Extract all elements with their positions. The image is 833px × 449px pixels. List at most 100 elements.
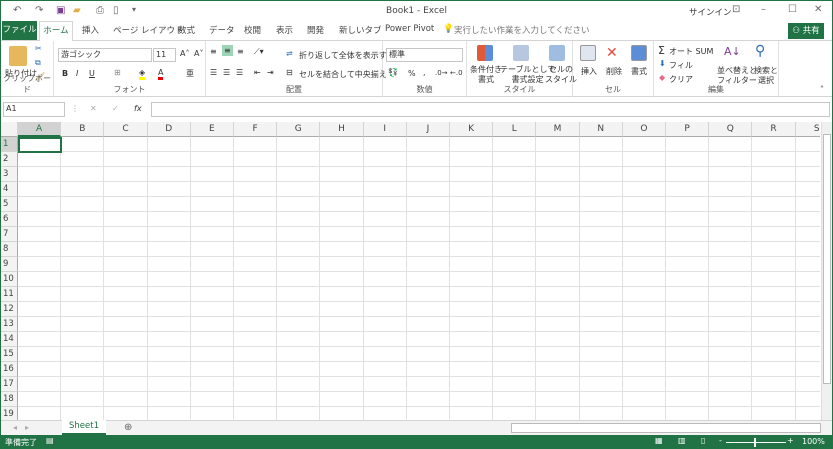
align-right-icon[interactable]: ☰	[236, 68, 243, 77]
find-select-button[interactable]: 検索と 選択	[754, 66, 778, 86]
horizontal-scrollbar[interactable]	[511, 423, 821, 433]
align-left-icon[interactable]: ☰	[210, 68, 217, 77]
align-top-icon[interactable]: ≡	[210, 47, 217, 56]
column-header[interactable]: M	[536, 122, 580, 137]
increase-indent-icon[interactable]: ⇥	[267, 68, 274, 77]
page-break-view-icon[interactable]: ▯	[701, 436, 705, 445]
copy-icon[interactable]: ⧉	[35, 58, 41, 68]
percent-button[interactable]: %	[408, 69, 416, 78]
column-header[interactable]: B	[61, 122, 105, 137]
format-button[interactable]: 書式	[631, 66, 647, 77]
insert-function-button[interactable]: fx	[134, 104, 142, 113]
formula-input[interactable]	[151, 102, 830, 117]
column-header[interactable]: S	[795, 122, 820, 137]
column-header[interactable]: A	[18, 122, 62, 137]
autosum-button[interactable]: オート SUM	[669, 46, 713, 57]
font-color-button[interactable]: A	[158, 68, 164, 80]
tab-page-layout[interactable]: ページ レイアウト	[113, 24, 184, 36]
font-size-select[interactable]: 11	[153, 48, 176, 62]
decrease-font-icon[interactable]: A˅	[194, 49, 203, 58]
fill-button[interactable]: フィル	[669, 60, 693, 71]
row-header[interactable]: 13	[1, 317, 18, 332]
sheet-tab-sheet1[interactable]: Sheet1	[62, 420, 106, 435]
paste-icon[interactable]	[9, 46, 27, 66]
font-name-select[interactable]: 游ゴシック	[58, 48, 152, 62]
tab-insert[interactable]: 挿入	[82, 24, 99, 36]
column-header[interactable]: E	[190, 122, 234, 137]
increase-font-icon[interactable]: A˄	[180, 49, 189, 58]
border-icon[interactable]: ⊞	[114, 68, 121, 77]
row-header[interactable]: 18	[1, 392, 18, 407]
italic-button[interactable]: I	[76, 69, 78, 78]
decrease-decimal-icon[interactable]: ←.0	[450, 69, 463, 77]
row-header[interactable]: 7	[1, 227, 18, 242]
name-box[interactable]: A1	[3, 102, 65, 117]
vertical-scrollbar[interactable]	[821, 122, 832, 420]
vertical-scroll-thumb[interactable]	[823, 134, 831, 384]
column-header[interactable]: O	[622, 122, 666, 137]
align-middle-icon[interactable]: ≡	[222, 45, 233, 56]
prev-sheet-icon[interactable]: ◂	[13, 423, 17, 432]
next-sheet-icon[interactable]: ▸	[25, 423, 29, 432]
tab-review[interactable]: 校閲	[244, 24, 261, 36]
fill-color-icon[interactable]: ◈	[139, 68, 146, 80]
column-header[interactable]: C	[104, 122, 148, 137]
tab-view[interactable]: 表示	[276, 24, 293, 36]
row-header[interactable]: 3	[1, 167, 18, 182]
row-header[interactable]: 12	[1, 302, 18, 317]
conditional-format-button[interactable]: 条件付き 書式	[470, 65, 502, 85]
insert-button[interactable]: 挿入	[581, 66, 597, 77]
new-sheet-icon[interactable]: ⊕	[124, 422, 132, 433]
bold-button[interactable]: B	[62, 69, 68, 78]
decrease-indent-icon[interactable]: ⇤	[254, 68, 261, 77]
zoom-level[interactable]: 100%	[802, 437, 825, 446]
close-icon[interactable]: ✕	[814, 4, 822, 15]
row-header[interactable]: 19	[1, 407, 18, 420]
row-header[interactable]: 8	[1, 242, 18, 257]
tab-file[interactable]: ファイル	[2, 21, 37, 40]
normal-view-icon[interactable]: ▦	[655, 436, 663, 445]
orientation-icon[interactable]: ⟋▾	[254, 47, 264, 57]
row-header[interactable]: 5	[1, 197, 18, 212]
column-header[interactable]: J	[406, 122, 450, 137]
column-header[interactable]: P	[666, 122, 710, 137]
column-header[interactable]: F	[234, 122, 278, 137]
row-header[interactable]: 15	[1, 347, 18, 362]
row-header[interactable]: 11	[1, 287, 18, 302]
phonetic-icon[interactable]: 亜	[186, 68, 194, 79]
tab-home[interactable]: ホーム	[39, 21, 73, 41]
column-header[interactable]: K	[450, 122, 494, 137]
align-center-icon[interactable]: ☰	[223, 68, 230, 77]
minimize-icon[interactable]: –	[761, 4, 766, 15]
align-bottom-icon[interactable]: ≡	[237, 47, 244, 56]
macro-record-icon[interactable]: ▤	[46, 436, 54, 445]
worksheet-grid[interactable]: A B C D E F G H I J K L M N O P Q R S 1 2 3 4 5 6 7 8 9 10 11 12 13 14 15…	[1, 122, 820, 420]
tab-data[interactable]: データ	[209, 24, 235, 36]
zoom-in-icon[interactable]: +	[787, 436, 794, 445]
merge-center-button[interactable]: セルを結合して中央揃え	[299, 69, 387, 80]
tab-developer[interactable]: 開発	[307, 24, 324, 36]
collapse-ribbon-icon[interactable]: ˄	[820, 85, 824, 94]
tab-new[interactable]: 新しいタブ	[339, 24, 382, 36]
delete-button[interactable]: 削除	[606, 66, 622, 77]
column-header[interactable]: N	[579, 122, 623, 137]
underline-button[interactable]: U	[89, 69, 95, 78]
zoom-slider-thumb[interactable]	[754, 438, 756, 447]
zoom-out-icon[interactable]: -	[719, 436, 722, 445]
tell-me-input[interactable]: 実行したい作業を入力してください	[454, 24, 590, 36]
row-header[interactable]: 14	[1, 332, 18, 347]
column-header[interactable]: L	[493, 122, 537, 137]
comma-button[interactable]: ,	[423, 68, 426, 77]
row-header[interactable]: 4	[1, 182, 18, 197]
tab-formulas[interactable]: 数式	[178, 24, 195, 36]
signin-link[interactable]: サインイン	[689, 6, 732, 18]
row-header[interactable]: 9	[1, 257, 18, 272]
cut-icon[interactable]: ✂	[35, 44, 42, 53]
row-header[interactable]: 10	[1, 272, 18, 287]
currency-icon[interactable]: 💱	[388, 68, 398, 77]
zoom-slider[interactable]	[726, 442, 786, 443]
page-layout-view-icon[interactable]: ▥	[678, 436, 686, 445]
maximize-icon[interactable]: ☐	[788, 4, 797, 15]
ribbon-display-icon[interactable]: ⊡	[732, 4, 740, 15]
row-header[interactable]: 16	[1, 362, 18, 377]
